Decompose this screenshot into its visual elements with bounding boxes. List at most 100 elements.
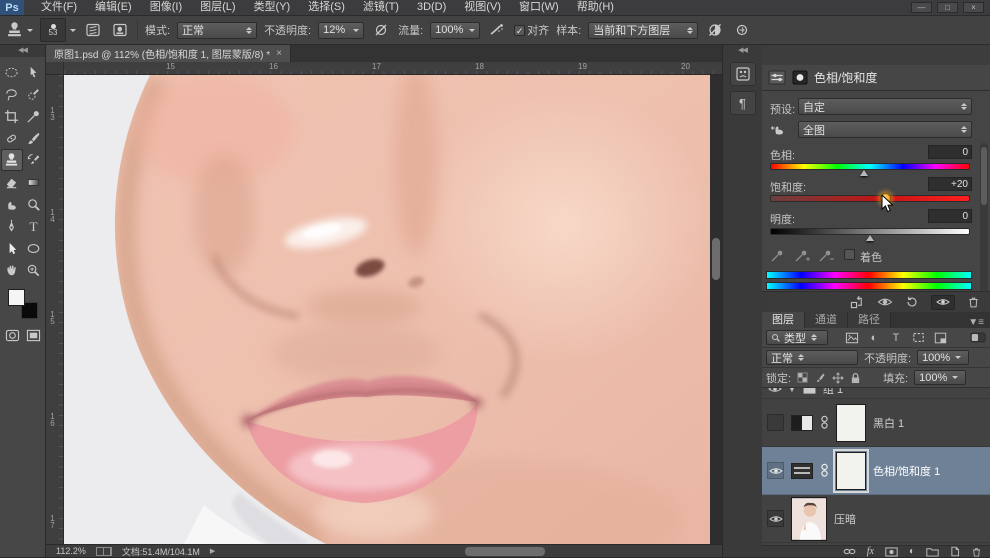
ignore-adjustment-layers-icon[interactable] [705, 20, 725, 40]
group-visibility-eye-icon[interactable] [768, 388, 782, 394]
tab-close-icon[interactable]: × [276, 48, 282, 59]
airbrush-icon[interactable] [487, 20, 507, 40]
new-group-icon[interactable] [926, 547, 939, 557]
clone-source-panel-button[interactable] [730, 62, 756, 86]
vertical-scrollbar-thumb[interactable] [712, 238, 720, 280]
lightness-slider-handle[interactable] [866, 235, 874, 241]
reset-adjustment-icon[interactable] [905, 295, 919, 309]
lightness-value[interactable]: 0 [928, 209, 972, 223]
document-tab[interactable]: 原图1.psd @ 112% (色相/饱和度 1, 图层蒙版/8) * × [46, 45, 291, 62]
hue-slider-handle[interactable] [860, 170, 868, 176]
layer-effects-icon[interactable]: fx [867, 546, 874, 557]
toolbar-collapse-icon[interactable]: ◀◀ [0, 45, 45, 57]
menu-item-8[interactable]: 视图(V) [455, 0, 510, 15]
delete-layer-icon[interactable] [971, 546, 982, 558]
menu-item-6[interactable]: 滤镜(T) [354, 0, 408, 15]
eyedropper-sample-icon[interactable] [770, 247, 786, 263]
screen-mode-icon[interactable] [26, 329, 41, 342]
group-expand-arrow[interactable]: ▼ [788, 388, 796, 394]
fill-select[interactable]: 100% [914, 370, 966, 385]
filter-toggle-switch[interactable] [970, 332, 986, 343]
shape-tool[interactable] [23, 237, 45, 259]
spot-healing-tool[interactable] [1, 127, 23, 149]
saturation-slider[interactable] [770, 195, 970, 202]
smudge-tool[interactable] [1, 193, 23, 215]
link-layers-icon[interactable] [843, 547, 856, 556]
colorize-checkbox[interactable] [844, 249, 855, 260]
menu-item-10[interactable]: 帮助(H) [568, 0, 623, 15]
crop-tool[interactable] [1, 105, 23, 127]
menu-item-2[interactable]: 图像(I) [141, 0, 191, 15]
horizontal-scrollbar-thumb[interactable] [465, 547, 545, 556]
menu-item-0[interactable]: 文件(F) [32, 0, 86, 15]
menu-item-7[interactable]: 3D(D) [408, 0, 455, 15]
blackwhite-adjustment-thumbnail[interactable] [791, 415, 813, 431]
gradient-tool[interactable] [23, 171, 45, 193]
filter-type-select[interactable]: 类型 [766, 330, 828, 345]
layer-name[interactable]: 压暗 [834, 511, 856, 527]
visibility-toggle-empty[interactable] [767, 414, 784, 431]
layer-mask-thumbnail[interactable] [836, 452, 866, 490]
align-checkbox[interactable]: ✓ [514, 25, 525, 36]
zoom-level[interactable]: 112.2% [56, 546, 86, 556]
layer-name[interactable]: 色相/饱和度 1 [873, 463, 940, 479]
close-button[interactable]: × [963, 2, 984, 13]
flow-select[interactable]: 100% [430, 22, 480, 39]
hue-value[interactable]: 0 [928, 145, 972, 159]
group-name[interactable]: 组 1 [823, 388, 843, 397]
toggle-brush-panel-button[interactable] [83, 20, 103, 40]
layer-name[interactable]: 黑白 1 [873, 415, 904, 431]
foreground-color-swatch[interactable] [8, 289, 25, 306]
layer-row-blackwhite[interactable]: 黑白 1 [762, 399, 990, 447]
add-mask-icon[interactable] [885, 547, 898, 557]
saturation-value[interactable]: +20 [928, 177, 972, 191]
menu-item-3[interactable]: 图层(L) [191, 0, 244, 15]
hand-tool[interactable] [1, 259, 23, 281]
layer-group-row[interactable]: ▼ 组 1 [762, 388, 990, 399]
preset-select[interactable]: 自定 [798, 98, 972, 115]
layer-row-huesaturation[interactable]: 色相/饱和度 1 [762, 447, 990, 495]
quick-selection-tool[interactable] [23, 83, 45, 105]
filter-smart-objects-icon[interactable] [932, 332, 948, 344]
history-brush-tool[interactable] [23, 149, 45, 171]
mask-link-icon[interactable] [820, 463, 829, 478]
delete-adjustment-icon[interactable] [967, 295, 980, 309]
filter-adjustment-layers-icon[interactable]: ◐ [866, 332, 882, 344]
channel-select[interactable]: 全图 [798, 121, 972, 138]
filter-pixel-layers-icon[interactable] [844, 332, 860, 344]
panel-menu-icon[interactable]: ▼≡ [968, 317, 984, 328]
blend-mode-select[interactable]: 正常 [766, 350, 858, 365]
menu-item-9[interactable]: 窗口(W) [510, 0, 568, 15]
lasso-tool[interactable] [1, 83, 23, 105]
menu-item-1[interactable]: 编辑(E) [86, 0, 141, 15]
paragraph-panel-button[interactable]: ¶ [730, 91, 756, 115]
status-flyout-icon[interactable]: ▶ [210, 547, 215, 555]
move-tool[interactable] [23, 61, 45, 83]
properties-scrollbar-thumb[interactable] [981, 147, 987, 205]
eyedropper-subtract-icon[interactable] [818, 247, 834, 263]
eraser-tool[interactable] [1, 171, 23, 193]
canvas[interactable] [64, 75, 710, 544]
tab-channels[interactable]: 通道 [805, 312, 848, 328]
brush-preset-picker[interactable]: 53 [40, 18, 76, 42]
opacity-select[interactable]: 12% [318, 22, 364, 39]
clone-stamp-tool[interactable] [1, 149, 23, 171]
brush-tool[interactable] [23, 127, 45, 149]
hue-slider[interactable] [770, 163, 970, 170]
menu-item-4[interactable]: 类型(Y) [245, 0, 300, 15]
tool-preset-button[interactable] [6, 22, 33, 39]
pressure-size-icon[interactable] [732, 20, 752, 40]
tab-paths[interactable]: 路径 [848, 312, 891, 328]
tab-layers[interactable]: 图层 [762, 312, 805, 328]
new-adjustment-layer-icon[interactable]: ◐ [909, 546, 915, 557]
pen-tool[interactable] [1, 215, 23, 237]
lock-pixels-icon[interactable] [814, 372, 826, 384]
marquee-tool[interactable] [1, 61, 23, 83]
sample-select[interactable]: 当前和下方图层 [588, 22, 698, 39]
lock-position-icon[interactable] [832, 372, 844, 384]
lock-all-icon[interactable] [850, 372, 861, 384]
type-tool[interactable]: T [23, 215, 45, 237]
layers-opacity-select[interactable]: 100% [917, 350, 969, 365]
mode-select[interactable]: 正常 [177, 22, 257, 39]
path-select-tool[interactable] [1, 237, 23, 259]
